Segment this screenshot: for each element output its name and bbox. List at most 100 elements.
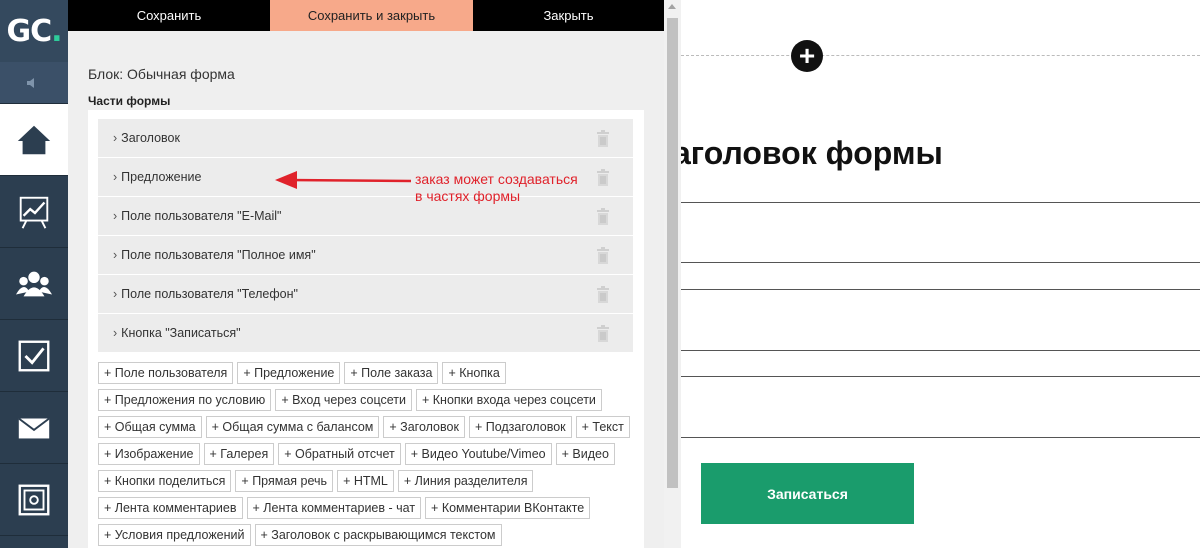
add-part-row: + Кнопки поделиться + Прямая речь + HTML + … [98, 470, 638, 492]
add-part-button[interactable]: + Предложение [237, 362, 341, 384]
add-part-button[interactable]: + Поле пользователя [98, 362, 234, 384]
add-part-button[interactable]: + Условия предложений [98, 524, 251, 546]
add-part-button[interactable]: + Лента комментариев [98, 497, 243, 519]
save-and-close-button[interactable]: Сохранить и закрыть [270, 0, 473, 31]
sound-toggle[interactable] [0, 62, 68, 104]
form-part-label: Заголовок [121, 131, 180, 145]
chevron-right-icon[interactable]: › [113, 209, 117, 223]
chevron-right-icon[interactable]: › [113, 170, 117, 184]
form-part-label: Поле пользователя "Полное имя" [121, 248, 316, 262]
form-preview: + аголовок формы Записаться [681, 0, 1200, 548]
add-part-button[interactable]: + Заголовок с раскрывающимся текстом [254, 524, 502, 546]
chevron-right-icon[interactable]: › [113, 326, 117, 340]
add-part-button[interactable]: + Общая сумма [98, 416, 202, 438]
form-part-label: Поле пользователя "Телефон" [121, 287, 298, 301]
save-button[interactable]: Сохранить [68, 0, 270, 31]
logo[interactable]: GC. [0, 0, 68, 62]
annotation-line-1: заказ может создаваться [415, 171, 578, 187]
logo-letter-c: C [30, 13, 52, 49]
chart-board-icon [19, 196, 49, 229]
home-icon [17, 125, 51, 154]
preview-submit-button[interactable]: Записаться [701, 463, 914, 524]
add-part-row: + Лента комментариев + Лента комментариев… [98, 497, 638, 519]
editor-toolbar: Сохранить Сохранить и закрыть Закрыть [68, 0, 664, 31]
form-part-item[interactable]: › Кнопка "Записаться" [98, 314, 633, 353]
add-part-button[interactable]: + Заголовок [383, 416, 465, 438]
logo-dot: . [51, 13, 62, 49]
form-part-item[interactable]: › Заголовок [98, 119, 633, 158]
form-part-item[interactable]: › Поле пользователя "Полное имя" [98, 236, 633, 275]
add-part-button[interactable]: + Изображение [98, 443, 200, 465]
trash-icon[interactable] [596, 208, 610, 225]
add-part-button[interactable]: + HTML [337, 470, 394, 492]
trash-icon[interactable] [596, 169, 610, 186]
preview-form-heading: аголовок формы [681, 135, 943, 171]
sidebar-item-home[interactable] [0, 104, 68, 176]
add-part-button[interactable]: + Текст [575, 416, 630, 438]
trash-icon[interactable] [596, 286, 610, 303]
preview-field-line[interactable] [681, 437, 1200, 438]
add-part-button[interactable]: + Лента комментариев - чат [246, 497, 422, 519]
form-parts-title: Части формы [88, 94, 171, 108]
add-part-button[interactable]: + Кнопки входа через соцсети [416, 389, 602, 411]
add-part-row: + Поле пользователя + Предложение + Поле з… [98, 362, 638, 384]
form-part-item[interactable]: › Поле пользователя "Телефон" [98, 275, 633, 314]
logo-letter-g: G [6, 13, 31, 49]
trash-icon[interactable] [596, 325, 610, 342]
add-part-button[interactable]: + Комментарии ВКонтакте [425, 497, 591, 519]
preview-field-line[interactable] [681, 202, 1200, 203]
add-part-row: + Условия предложений + Заголовок с раскр… [98, 524, 638, 546]
add-part-button[interactable]: + Прямая речь [235, 470, 334, 492]
sidebar-item-tasks[interactable] [0, 320, 68, 392]
preview-field-line[interactable] [681, 262, 1200, 263]
add-part-button[interactable]: + Видео Youtube/Vimeo [404, 443, 552, 465]
left-sidebar: GC. [0, 0, 68, 548]
add-part-button[interactable]: + Вход через соцсети [275, 389, 412, 411]
sidebar-item-sales[interactable] [0, 464, 68, 536]
panel-scrollbar[interactable] [664, 0, 681, 548]
add-part-button[interactable]: + Галерея [203, 443, 275, 465]
add-part-row: + Общая сумма + Общая сумма с балансом + З… [98, 416, 638, 438]
add-part-row: + Изображение + Галерея + Обратный отсчет +… [98, 443, 638, 465]
mail-icon [18, 417, 50, 438]
scroll-up-arrow-icon[interactable] [668, 4, 676, 9]
chevron-right-icon[interactable]: › [113, 287, 117, 301]
add-part-button[interactable]: + Линия разделителя [397, 470, 534, 492]
add-part-button[interactable]: + Обратный отсчет [278, 443, 401, 465]
add-part-button[interactable]: + Видео [555, 443, 615, 465]
sidebar-item-users[interactable] [0, 248, 68, 320]
chevron-right-icon[interactable]: › [113, 131, 117, 145]
form-parts-list: › Заголовок › Предложение › Поле пользователя… [98, 119, 633, 353]
scrollbar-thumb[interactable] [667, 18, 678, 488]
app-root: GC. Сохранить Сохранить и закрыть Закрыт… [0, 0, 1200, 548]
add-block-plus-icon[interactable]: + [791, 40, 823, 72]
chevron-right-icon[interactable]: › [113, 248, 117, 262]
add-part-button[interactable]: + Кнопка [442, 362, 506, 384]
add-part-button[interactable]: + Подзаголовок [468, 416, 572, 438]
form-part-label: Кнопка "Записаться" [121, 326, 241, 340]
preview-field-line[interactable] [681, 376, 1200, 377]
block-divider [681, 55, 1200, 56]
annotation-line-2: в частях формы [415, 188, 521, 204]
trash-icon[interactable] [596, 130, 610, 147]
form-part-label: Поле пользователя "E-Mail" [121, 209, 282, 223]
speaker-icon [27, 77, 34, 88]
block-title: Блок: Обычная форма [88, 66, 235, 82]
add-part-buttons: + Поле пользователя + Предложение + Поле з… [98, 362, 638, 548]
add-part-button[interactable]: + Поле заказа [344, 362, 439, 384]
add-part-button[interactable]: + Кнопки поделиться [98, 470, 232, 492]
add-part-button[interactable]: + Общая сумма с балансом [205, 416, 380, 438]
preview-field-line[interactable] [681, 289, 1200, 290]
preview-field-line[interactable] [681, 350, 1200, 351]
safe-icon [18, 484, 50, 515]
block-editor-panel: Сохранить Сохранить и закрыть Закрыть Бл… [68, 0, 664, 548]
add-part-button[interactable]: + Предложения по условию [98, 389, 272, 411]
sidebar-item-messages[interactable] [0, 392, 68, 464]
trash-icon[interactable] [596, 247, 610, 264]
checkbox-icon [18, 340, 50, 371]
users-icon [15, 271, 53, 296]
annotation-arrow-icon [275, 171, 412, 189]
sidebar-item-statistics[interactable] [0, 176, 68, 248]
annotation-note: заказ может создаваться в частях формы [415, 171, 578, 205]
close-button[interactable]: Закрыть [473, 0, 664, 31]
